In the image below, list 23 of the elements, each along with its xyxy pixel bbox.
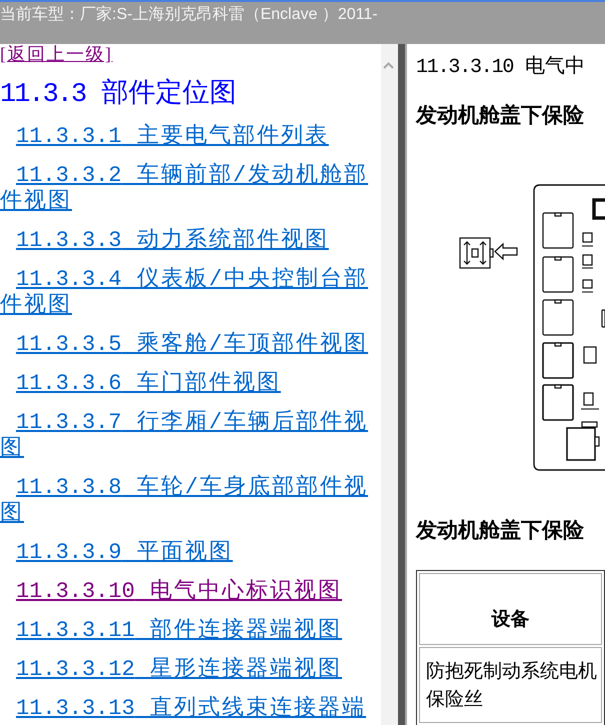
- chevron-up-icon[interactable]: [383, 62, 394, 69]
- subsection-heading: 发动机舱盖下保险: [416, 517, 585, 544]
- nav-link[interactable]: 11.3.3.6 车门部件视图: [0, 371, 370, 397]
- title-text: 当前车型：厂家:S-上海别克昂科雷（Enclave ）2011-: [0, 6, 378, 23]
- nav-link[interactable]: 11.3.3.7 行李厢/车辆后部件视图: [0, 410, 370, 462]
- column-header: 设备: [419, 573, 602, 645]
- scrollbar[interactable]: [381, 44, 398, 725]
- section-heading: 11.3.3 部件定位图: [0, 79, 238, 111]
- nav-link[interactable]: 11.3.3.9 平面视图: [0, 540, 370, 566]
- page-title: 11.3.3.10 电气中: [416, 54, 586, 81]
- nav-link[interactable]: 11.3.3.3 动力系统部件视图: [0, 228, 370, 254]
- back-link[interactable]: [返回上一级]: [0, 44, 112, 64]
- nav-link[interactable]: 11.3.3.4 仪表板/中央控制台部件视图: [0, 267, 370, 319]
- table-cell: 防抱死制动系统电机保险丝: [419, 647, 602, 723]
- nav-link[interactable]: 11.3.3.1 主要电气部件列表: [0, 124, 370, 150]
- subsection-heading: 发动机舱盖下保险: [416, 102, 585, 129]
- nav-link[interactable]: 11.3.3.13 直列式线束连接器端: [0, 696, 370, 722]
- nav-link[interactable]: 11.3.3.8 车轮/车身底部部件视图: [0, 475, 370, 527]
- nav-link[interactable]: 11.3.3.5 乘客舱/车顶部件视图: [0, 332, 370, 358]
- frame-splitter[interactable]: [398, 44, 405, 725]
- nav-link[interactable]: 11.3.3.12 星形连接器端视图: [0, 657, 370, 683]
- nav-link[interactable]: 11.3.3.2 车辆前部/发动机舱部件视图: [0, 163, 370, 215]
- nav-link[interactable]: 11.3.3.11 部件连接器端视图: [0, 618, 370, 644]
